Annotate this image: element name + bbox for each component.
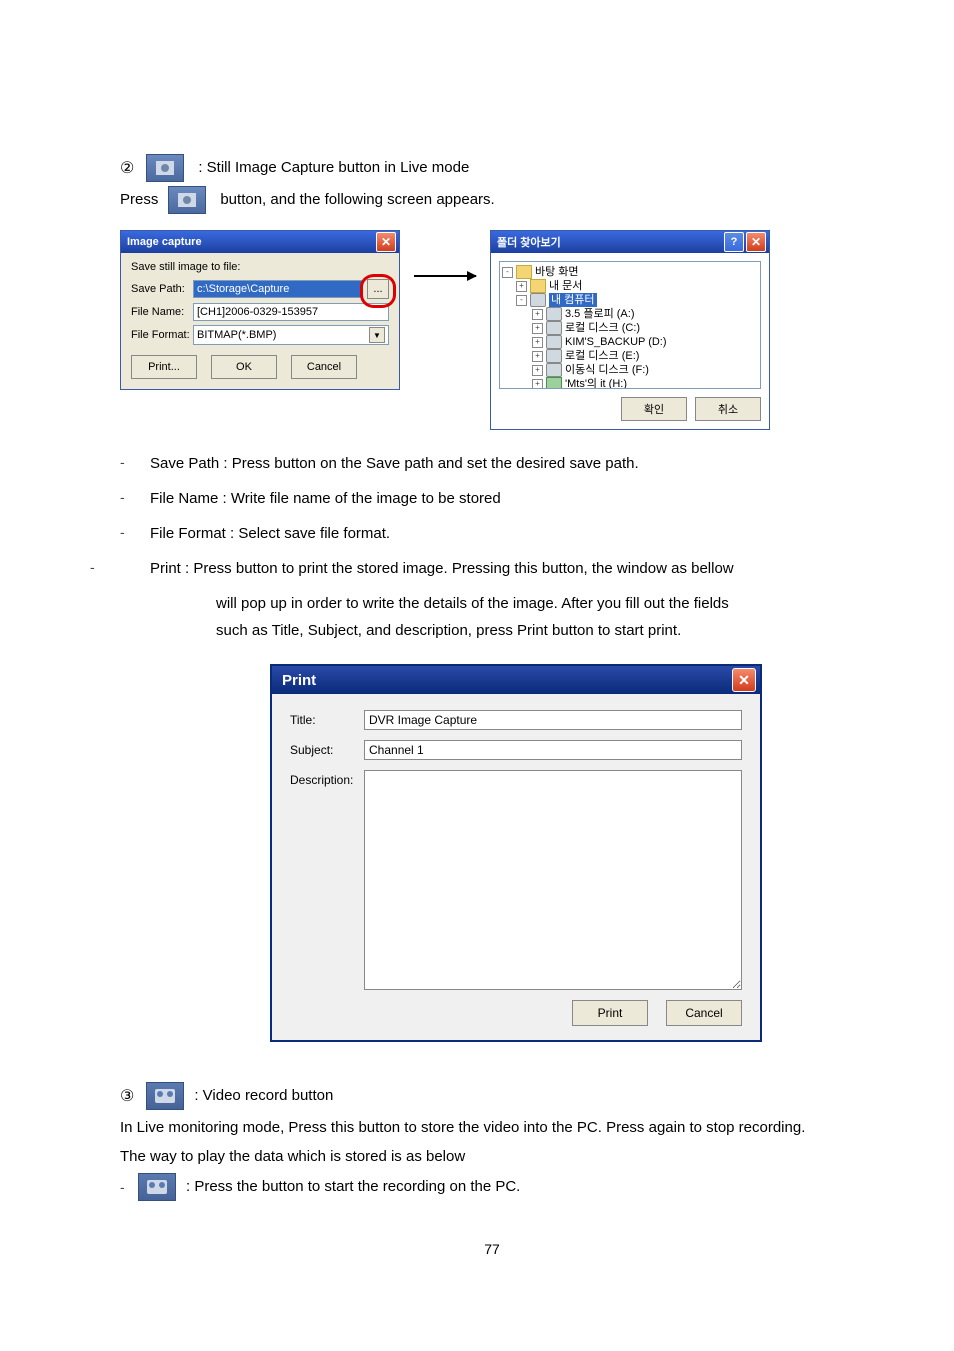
section-3-para1: In Live monitoring mode, Press this butt… [120,1114,864,1143]
print-submit-button[interactable]: Print [572,1000,648,1026]
folder-ok-button[interactable]: 확인 [621,397,687,421]
file-format-select[interactable]: BITMAP(*.BMP) ▼ [193,325,389,345]
image-capture-dialog: Image capture ✕ Save still image to file… [120,230,400,390]
bullet-file-format: File Format : Select save file format. [150,520,864,547]
print-title: Print [282,672,316,689]
file-format-label: File Format: [131,329,193,341]
file-name-label: File Name: [131,306,193,318]
section-2-number: ② [120,158,134,178]
print-button[interactable]: Print... [131,355,197,379]
press-label: Press [120,188,158,212]
bullet-print-2: will pop up in order to write the detail… [216,590,864,617]
cancel-button[interactable]: Cancel [291,355,357,379]
folder-title: 폴더 찾아보기 [497,234,561,250]
print-cancel-button[interactable]: Cancel [666,1000,742,1026]
close-icon[interactable]: ✕ [376,232,396,252]
save-image-label: Save still image to file: [131,261,389,273]
arrow-icon [414,275,476,277]
help-icon[interactable]: ? [724,232,744,252]
close-icon[interactable]: ✕ [746,232,766,252]
close-icon[interactable]: ✕ [732,668,756,692]
folder-cancel-button[interactable]: 취소 [695,397,761,421]
chevron-down-icon: ▼ [369,327,385,343]
print-subject-label: Subject: [290,740,364,757]
video-record-icon [146,1082,184,1110]
bullet-file-name: File Name : Write file name of the image… [150,485,864,512]
folder-browse-dialog: 폴더 찾아보기 ? ✕ -바탕 화면 +내 문서 -내 컴퓨터 +3.5 플로피… [490,230,770,430]
print-title-input[interactable] [364,710,742,730]
video-record-icon-2 [138,1173,176,1201]
folder-tree[interactable]: -바탕 화면 +내 문서 -내 컴퓨터 +3.5 플로피 (A:) +로컬 디스… [499,261,761,389]
print-titlebar: Print ✕ [272,666,760,694]
press-text: button, and the following screen appears… [220,188,494,212]
print-subject-input[interactable] [364,740,742,760]
save-path-label: Save Path: [131,283,193,295]
section-3-number: ③ [120,1086,134,1106]
section-2-text: : Still Image Capture button in Live mod… [198,156,469,180]
print-title-label: Title: [290,710,364,727]
capture-titlebar: Image capture ✕ [121,231,399,253]
bullet-save-path: Save Path : Press button on the Save pat… [150,450,864,477]
folder-titlebar: 폴더 찾아보기 ? ✕ [491,231,769,253]
still-capture-icon [146,154,184,182]
section-3-sub: : Press the button to start the recordin… [186,1175,520,1199]
ok-button[interactable]: OK [211,355,277,379]
print-desc-label: Description: [290,770,364,787]
still-capture-icon-2 [168,186,206,214]
browse-button[interactable]: ... [367,279,389,299]
capture-title: Image capture [127,236,202,248]
print-dialog: Print ✕ Title: Subject: Description: Pri… [270,664,762,1042]
save-path-input[interactable] [193,280,363,298]
bullet-print-1: Print : Press button to print the stored… [150,555,864,582]
print-desc-input[interactable] [364,770,742,990]
section-3-para2: The way to play the data which is stored… [120,1143,864,1172]
file-name-input[interactable] [193,303,389,321]
page-number: 77 [120,1241,864,1257]
highlight-circle [360,274,396,308]
bullet-print-3: such as Title, Subject, and description,… [216,617,864,644]
section-3-text: : Video record button [194,1084,333,1108]
